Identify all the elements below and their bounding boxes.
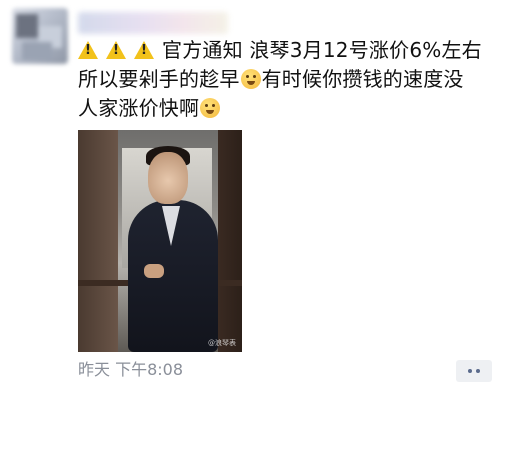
more-button[interactable] <box>456 360 492 382</box>
post-text: 官方通知 浪琴3月12号涨价6%左右 所以要剁手的趁早有时候你攒钱的速度没 人家… <box>78 36 498 123</box>
post-text-segment-3: 有时候你攒钱的速度没 <box>261 67 464 91</box>
post-text-line-3: 人家涨价快啊 <box>78 94 498 123</box>
post-text-segment-2: 所以要剁手的趁早 <box>78 67 240 91</box>
post-time: 昨天 下午8:08 <box>78 360 184 379</box>
avatar[interactable] <box>12 8 68 64</box>
warning-icon <box>78 41 98 59</box>
moments-post: 官方通知 浪琴3月12号涨价6%左右 所以要剁手的趁早有时候你攒钱的速度没 人家… <box>0 0 510 456</box>
photo-watermark: @浪琴表 <box>208 339 236 347</box>
more-dots-icon <box>468 369 472 373</box>
post-text-segment-4: 人家涨价快啊 <box>78 96 200 120</box>
warning-icon <box>134 41 154 59</box>
username-blurred[interactable] <box>78 12 228 34</box>
post-text-line-2: 所以要剁手的趁早 有时候你攒钱的速度没 <box>78 65 498 94</box>
post-text-segment-1: 官方通知 浪琴3月12号涨价6%左右 <box>162 38 482 62</box>
post-photo[interactable]: @浪琴表 <box>78 130 242 352</box>
grimacing-emoji-icon <box>240 69 261 89</box>
laughing-emoji-icon <box>200 98 221 118</box>
post-text-line-1: 官方通知 浪琴3月12号涨价6%左右 <box>78 36 498 65</box>
warning-icon <box>106 41 126 59</box>
more-dot <box>476 369 480 373</box>
